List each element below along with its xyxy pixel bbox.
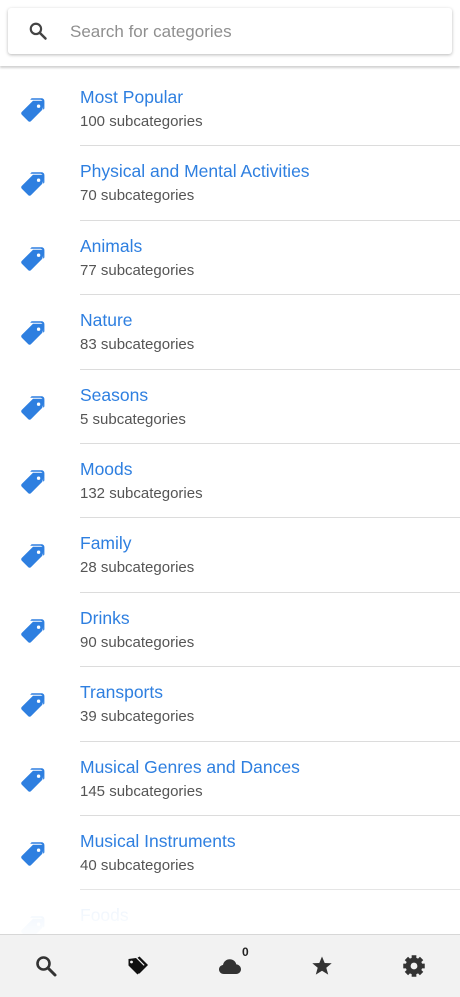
tag-icon [21,98,45,122]
category-item-physical-and-mental-activities[interactable]: Physical and Mental Activities 70 subcat… [0,146,460,221]
search-bar[interactable] [8,8,452,56]
nav-cloud-button[interactable]: 0 [184,935,276,997]
category-title: Nature [80,310,133,331]
category-subcount: 77 subcategories [80,261,195,279]
tag-icon [21,247,45,271]
category-item-seasons[interactable]: Seasons 5 subcategories [0,370,460,444]
category-title: Most Popular [80,87,184,107]
nav-categories-button[interactable] [92,935,184,997]
category-item-transports[interactable]: Transports 39 subcategories [0,667,460,742]
search-icon [36,956,57,977]
category-title: Seasons [80,384,149,405]
category-title: Animals [80,235,143,256]
search-header [0,0,460,66]
category-title: Musical Instruments [80,830,236,851]
category-subcount: 5 subcategories [80,410,186,428]
tag-icon [21,470,45,494]
search-icon [29,22,47,40]
tag-icon [21,916,45,934]
category-subcount: 132 subcategories [80,484,203,502]
star-icon [312,956,332,975]
category-title: Transports [80,682,163,703]
category-subcount: 28 subcategories [80,559,195,577]
cloud-icon [219,959,241,974]
category-item-musical-genres-and-dances[interactable]: Musical Genres and Dances 145 subcategor… [0,742,460,816]
search-input[interactable] [68,8,442,56]
category-item-drinks[interactable]: Drinks 90 subcategories [0,593,460,668]
category-item-animals[interactable]: Animals 77 subcategories [0,221,460,296]
category-subcount: 70 subcategories [80,187,195,205]
bottom-navigation: 0 [0,934,460,997]
category-subcount: 100 subcategories [80,113,203,130]
tag-icon [21,767,45,792]
category-item-nature[interactable]: Nature 83 subcategories [0,295,460,370]
category-subcount: 83 subcategories [80,336,195,354]
category-subcount: 39 subcategories [80,708,195,726]
tag-icon [21,172,45,197]
category-item-family[interactable]: Family 28 subcategories [0,518,460,593]
tag-icon [21,395,45,420]
category-list: Most Popular 100 subcategories Physical … [0,72,460,934]
tag-icon [21,693,45,717]
category-title: Moods [80,458,133,479]
category-title: Family [80,533,132,554]
tag-icon [21,842,45,866]
category-item-musical-instruments[interactable]: Musical Instruments 40 subcategories [0,816,460,891]
category-item-most-popular[interactable]: Most Popular 100 subcategories [0,72,460,147]
category-title: Foods [80,905,129,926]
category-title: Musical Genres and Dances [80,756,300,777]
category-subcount: 145 subcategories [80,782,203,800]
cloud-badge: 0 [242,945,249,959]
category-item-foods[interactable]: Foods [0,890,460,934]
category-title: Drinks [80,607,130,628]
tag-icon [21,321,45,345]
category-subcount: 40 subcategories [80,856,195,874]
tags-icon [128,956,148,975]
category-title: Physical and Mental Activities [80,161,310,182]
category-item-moods[interactable]: Moods 132 subcategories [0,444,460,519]
gear-icon [403,955,425,977]
tag-icon [21,619,45,643]
tag-icon [21,544,45,569]
nav-settings-button[interactable] [368,935,460,997]
nav-search-button[interactable] [0,935,92,997]
nav-favorites-button[interactable] [276,935,368,997]
category-subcount: 90 subcategories [80,633,195,651]
